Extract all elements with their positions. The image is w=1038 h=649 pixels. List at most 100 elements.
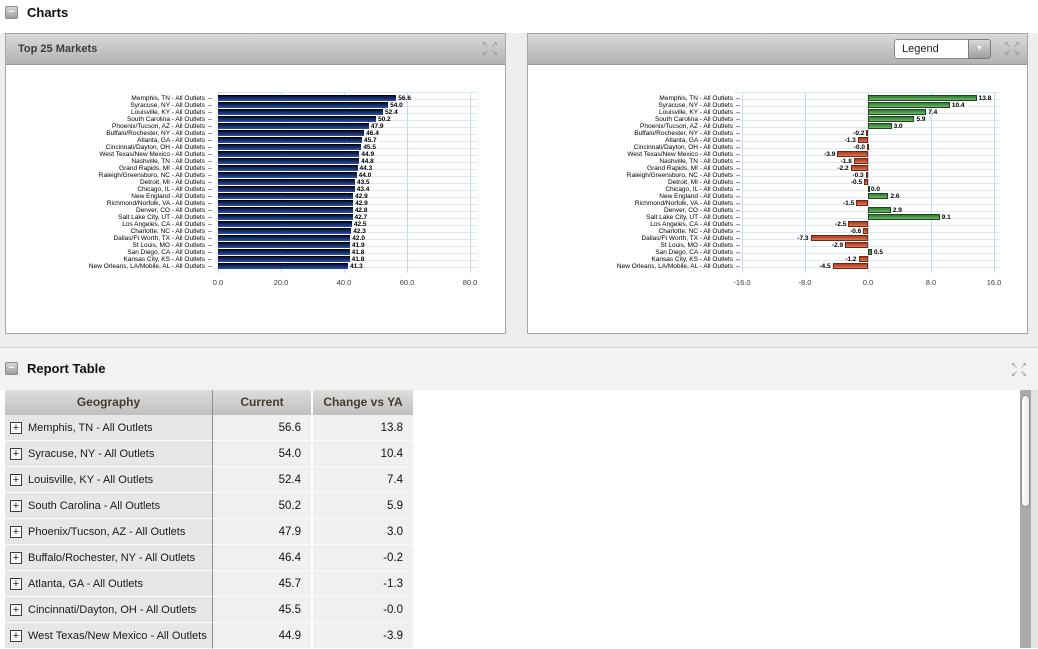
chart-bar[interactable] bbox=[218, 123, 369, 129]
chart-bar[interactable] bbox=[218, 193, 353, 199]
expand-row-button[interactable]: + bbox=[10, 526, 22, 538]
chart-bar[interactable] bbox=[218, 256, 350, 262]
collapse-report-icon[interactable]: − bbox=[5, 362, 18, 375]
chart-bar[interactable] bbox=[848, 221, 868, 227]
chart-bar[interactable] bbox=[811, 235, 868, 241]
chart-bar[interactable] bbox=[859, 256, 868, 262]
column-header-current[interactable]: Current bbox=[213, 390, 313, 415]
change-cell: -1.3 bbox=[313, 571, 413, 597]
chart-bar[interactable] bbox=[218, 116, 376, 122]
table-row[interactable]: +Syracuse, NY - All Outlets54.010.4 bbox=[5, 441, 413, 467]
chart-bar[interactable] bbox=[218, 235, 350, 241]
chart-bar[interactable] bbox=[218, 151, 359, 157]
chart-bar[interactable] bbox=[868, 95, 977, 101]
table-row[interactable]: +South Carolina - All Outlets50.25.9 bbox=[5, 493, 413, 519]
chart-bar[interactable] bbox=[218, 207, 353, 213]
chart-bar[interactable] bbox=[851, 165, 868, 171]
expand-row-button[interactable]: + bbox=[10, 604, 22, 616]
chart-bar[interactable] bbox=[866, 172, 868, 178]
table-row[interactable]: +Atlanta, GA - All Outlets45.7-1.3 bbox=[5, 571, 413, 597]
scrollbar-thumb[interactable] bbox=[1021, 395, 1030, 507]
geography-cell[interactable]: +Memphis, TN - All Outlets bbox=[5, 415, 213, 441]
chart-bar[interactable] bbox=[218, 109, 383, 115]
chart-bar[interactable] bbox=[218, 130, 364, 136]
geography-cell[interactable]: +South Carolina - All Outlets bbox=[5, 493, 213, 519]
chart-bar[interactable] bbox=[854, 158, 868, 164]
chart-bar[interactable] bbox=[845, 242, 868, 248]
chart-bar[interactable] bbox=[866, 130, 868, 136]
chart-bar[interactable] bbox=[218, 95, 396, 101]
legend-select-value[interactable]: Legend bbox=[894, 39, 968, 59]
maximize-icon[interactable]: ↖↗↙↘ bbox=[1010, 362, 1028, 378]
chart-bar[interactable] bbox=[218, 263, 348, 269]
y-axis-tick bbox=[208, 266, 212, 267]
chart-bar[interactable] bbox=[218, 214, 353, 220]
table-row[interactable]: +Memphis, TN - All Outlets56.613.8 bbox=[5, 415, 413, 441]
maximize-icon[interactable]: ↖↗↙↘ bbox=[481, 41, 499, 57]
chart-bar[interactable] bbox=[868, 249, 872, 255]
chart-bar[interactable] bbox=[856, 200, 868, 206]
chart-bar[interactable] bbox=[218, 186, 355, 192]
expand-row-button[interactable]: + bbox=[10, 474, 22, 486]
chart-bar[interactable] bbox=[218, 179, 355, 185]
chart-bar[interactable] bbox=[833, 263, 868, 269]
expand-row-button[interactable]: + bbox=[10, 552, 22, 564]
chart-bar[interactable] bbox=[218, 221, 352, 227]
chart-bar[interactable] bbox=[837, 151, 868, 157]
maximize-icon[interactable]: ↖↗↙↘ bbox=[1003, 41, 1021, 57]
collapse-charts-icon[interactable]: − bbox=[5, 6, 18, 19]
chart-value-label: -1.5 bbox=[820, 200, 854, 207]
charts-section-header: − Charts bbox=[5, 5, 68, 20]
geography-cell[interactable]: +Cincinnati/Dayton, OH - All Outlets bbox=[5, 597, 213, 623]
x-gridline bbox=[994, 92, 995, 273]
chart-bar[interactable] bbox=[218, 242, 350, 248]
chart-bar[interactable] bbox=[218, 228, 351, 234]
chart-bar[interactable] bbox=[218, 165, 358, 171]
chevron-down-icon[interactable]: ▼ bbox=[968, 39, 991, 59]
chart-bar[interactable] bbox=[867, 144, 869, 150]
table-row[interactable]: +Cincinnati/Dayton, OH - All Outlets45.5… bbox=[5, 597, 413, 623]
chart-bar[interactable] bbox=[863, 228, 868, 234]
column-header-geography[interactable]: Geography bbox=[5, 390, 213, 415]
chart-bar[interactable] bbox=[868, 207, 891, 213]
chart-bar[interactable] bbox=[218, 158, 359, 164]
chart-bar[interactable] bbox=[858, 137, 868, 143]
geography-cell[interactable]: +West Texas/New Mexico - All Outlets bbox=[5, 623, 213, 649]
chart-bar[interactable] bbox=[218, 200, 353, 206]
geography-cell[interactable]: +Phoenix/Tucson, AZ - All Outlets bbox=[5, 519, 213, 545]
chart-bar[interactable] bbox=[868, 109, 926, 115]
y-axis-tick bbox=[208, 140, 212, 141]
chart-bar[interactable] bbox=[868, 116, 914, 122]
table-row[interactable]: +Phoenix/Tucson, AZ - All Outlets47.93.0 bbox=[5, 519, 413, 545]
table-row[interactable]: +Buffalo/Rochester, NY - All Outlets46.4… bbox=[5, 545, 413, 571]
expand-row-button[interactable]: + bbox=[10, 500, 22, 512]
expand-row-button[interactable]: + bbox=[10, 422, 22, 434]
chart-bar[interactable] bbox=[218, 137, 362, 143]
expand-row-button[interactable]: + bbox=[10, 630, 22, 642]
chart-value-label: -0.0 bbox=[831, 144, 865, 151]
chart-bar[interactable] bbox=[868, 186, 870, 192]
chart-bar[interactable] bbox=[218, 102, 388, 108]
chart-category-label: Cincinnati/Dayton, OH - All Outlets bbox=[6, 144, 205, 151]
chart-bar[interactable] bbox=[218, 172, 357, 178]
chart-bar[interactable] bbox=[864, 179, 868, 185]
x-gridline bbox=[805, 92, 806, 273]
geography-cell[interactable]: +Buffalo/Rochester, NY - All Outlets bbox=[5, 545, 213, 571]
chart-bar[interactable] bbox=[868, 193, 888, 199]
y-axis-tick bbox=[208, 203, 212, 204]
table-row[interactable]: +West Texas/New Mexico - All Outlets44.9… bbox=[5, 623, 413, 649]
chart-bar[interactable] bbox=[218, 249, 350, 255]
column-header-change-vs-ya[interactable]: Change vs YA bbox=[313, 390, 413, 415]
chart-bar[interactable] bbox=[868, 214, 940, 220]
chart-bar[interactable] bbox=[868, 102, 950, 108]
table-row[interactable]: +Louisville, KY - All Outlets52.47.4 bbox=[5, 467, 413, 493]
chart-bar[interactable] bbox=[868, 123, 892, 129]
geography-cell[interactable]: +Louisville, KY - All Outlets bbox=[5, 467, 213, 493]
expand-row-button[interactable]: + bbox=[10, 448, 22, 460]
expand-row-button[interactable]: + bbox=[10, 578, 22, 590]
chart-bar[interactable] bbox=[218, 144, 361, 150]
legend-dropdown[interactable]: Legend ▼ bbox=[894, 39, 991, 59]
vertical-scrollbar[interactable] bbox=[1020, 390, 1031, 648]
geography-cell[interactable]: +Syracuse, NY - All Outlets bbox=[5, 441, 213, 467]
geography-cell[interactable]: +Atlanta, GA - All Outlets bbox=[5, 571, 213, 597]
